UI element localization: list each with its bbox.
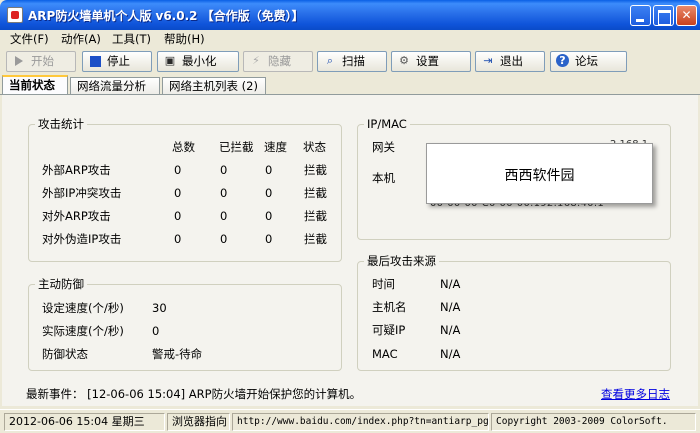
latest-event: 最新事件： [12-06-06 15:04] ARP防火墙开始保护您的计算机。: [26, 387, 362, 401]
minimize-window-button[interactable]: [630, 5, 651, 26]
window-title: ARP防火墙单机个人版 v6.0.2 【合作版（免费）】: [28, 9, 304, 23]
attack-ip-value: N/A: [440, 323, 461, 337]
settings-icon: ⚙: [399, 54, 409, 67]
start-label: 开始: [31, 54, 54, 68]
col-status-header: 状态: [303, 140, 326, 154]
attack-host-value: N/A: [440, 300, 461, 314]
exit-icon: ⇥: [483, 54, 493, 67]
actual-speed-label: 实际速度(个/秒): [42, 324, 124, 338]
watermark-text: 西西软件园: [504, 168, 575, 184]
attack-time-value: N/A: [440, 277, 461, 291]
tab-host-list[interactable]: 网络主机列表 (2): [162, 77, 266, 95]
status-copyright: Copyright 2003-2009 ColorSoft.: [491, 413, 696, 431]
attack-row-speed: 0: [265, 186, 273, 200]
ipmac-title: IP/MAC: [364, 117, 410, 131]
gateway-label: 网关: [372, 140, 395, 154]
attack-row-total: 0: [174, 186, 182, 200]
menu-file[interactable]: 文件(F): [8, 31, 51, 47]
title-bar: ARP防火墙单机个人版 v6.0.2 【合作版（免费）】 ✕: [0, 0, 700, 30]
minimize-icon: ▣: [164, 54, 176, 67]
attack-row-total: 0: [174, 232, 182, 246]
defense-status-value: 警戒-待命: [152, 347, 203, 361]
hide-button[interactable]: ⚡ 隐藏: [243, 51, 313, 72]
attack-row-status: 拦截: [304, 186, 327, 200]
set-speed-label: 设定速度(个/秒): [42, 301, 124, 315]
menu-action[interactable]: 动作(A): [59, 31, 103, 47]
attack-row-label: 对外ARP攻击: [42, 209, 111, 223]
actual-speed-value: 0: [152, 324, 160, 338]
attack-row-label: 外部IP冲突攻击: [42, 186, 122, 200]
attack-row-total: 0: [174, 209, 182, 223]
attack-mac-label: MAC: [372, 347, 398, 361]
tab-strip: 当前状态 网络流量分析 网络主机列表 (2): [0, 75, 700, 95]
tab-traffic-analysis[interactable]: 网络流量分析: [70, 77, 160, 95]
attack-mac-value: N/A: [440, 347, 461, 361]
magnifier-icon: ⌕: [326, 54, 334, 67]
attack-row-status: 拦截: [304, 163, 327, 177]
status-url[interactable]: http://www.baidu.com/index.php?tn=antiar…: [232, 413, 489, 431]
stop-icon: [90, 56, 101, 67]
hide-label: 隐藏: [268, 54, 291, 68]
scan-button[interactable]: ⌕ 扫描: [317, 51, 387, 72]
attack-row-speed: 0: [265, 232, 273, 246]
maximize-window-button[interactable]: [653, 5, 674, 26]
exit-button[interactable]: ⇥ 退出: [475, 51, 545, 72]
watermark-popup: 西西软件园: [426, 143, 653, 204]
settings-label: 设置: [416, 54, 439, 68]
attack-row-label: 外部ARP攻击: [42, 163, 111, 177]
minimize-button[interactable]: ▣ 最小化: [157, 51, 239, 72]
tab-current-status[interactable]: 当前状态: [2, 75, 68, 95]
stop-label: 停止: [107, 54, 130, 68]
hide-icon: ⚡: [252, 54, 260, 67]
defense-status-label: 防御状态: [42, 347, 88, 361]
status-browser-label: 浏览器指向: [167, 413, 230, 431]
attack-row-total: 0: [174, 163, 182, 177]
col-speed-header: 速度: [264, 140, 287, 154]
active-defense-title: 主动防御: [35, 277, 87, 291]
exit-label: 退出: [500, 54, 523, 68]
attack-row-label: 对外伪造IP攻击: [42, 232, 122, 246]
status-bar: 2012-06-06 15:04 星期三 浏览器指向 http://www.ba…: [0, 409, 700, 433]
start-button[interactable]: 开始: [6, 51, 76, 72]
attack-row-speed: 0: [265, 209, 273, 223]
attack-row-status: 拦截: [304, 209, 327, 223]
menu-bar: 文件(F) 动作(A) 工具(T) 帮助(H): [0, 30, 700, 48]
attack-row-speed: 0: [265, 163, 273, 177]
settings-button[interactable]: ⚙ 设置: [391, 51, 471, 72]
local-label: 本机: [372, 171, 395, 185]
last-attack-group: 最后攻击来源: [357, 254, 671, 371]
attack-host-label: 主机名: [372, 300, 407, 314]
attack-time-label: 时间: [372, 277, 395, 291]
help-icon: ?: [556, 54, 569, 67]
play-icon: [12, 54, 26, 68]
attack-row-blocked: 0: [220, 186, 228, 200]
col-total-header: 总数: [172, 140, 195, 154]
forum-label: 论坛: [575, 54, 598, 68]
minimize-label: 最小化: [182, 54, 217, 68]
menu-tools[interactable]: 工具(T): [110, 31, 153, 47]
toolbar: 开始 停止 ▣ 最小化 ⚡ 隐藏 ⌕ 扫描 ⚙ 设置 ⇥ 退出 ? 论坛: [0, 49, 700, 74]
set-speed-value: 30: [152, 301, 167, 315]
last-attack-title: 最后攻击来源: [364, 254, 439, 268]
close-window-button[interactable]: ✕: [676, 5, 697, 26]
attack-row-blocked: 0: [220, 163, 228, 177]
view-more-logs-link[interactable]: 查看更多日志: [601, 386, 670, 402]
menu-help[interactable]: 帮助(H): [162, 31, 207, 47]
attack-row-blocked: 0: [220, 209, 228, 223]
attack-ip-label: 可疑IP: [372, 323, 406, 337]
attack-row-status: 拦截: [304, 232, 327, 246]
col-blocked-header: 已拦截: [219, 140, 254, 154]
stop-button[interactable]: 停止: [82, 51, 152, 72]
attack-stats-title: 攻击统计: [35, 117, 87, 131]
scan-label: 扫描: [342, 54, 365, 68]
app-icon: [7, 7, 23, 23]
forum-button[interactable]: ? 论坛: [550, 51, 627, 72]
attack-row-blocked: 0: [220, 232, 228, 246]
status-datetime: 2012-06-06 15:04 星期三: [4, 413, 165, 431]
